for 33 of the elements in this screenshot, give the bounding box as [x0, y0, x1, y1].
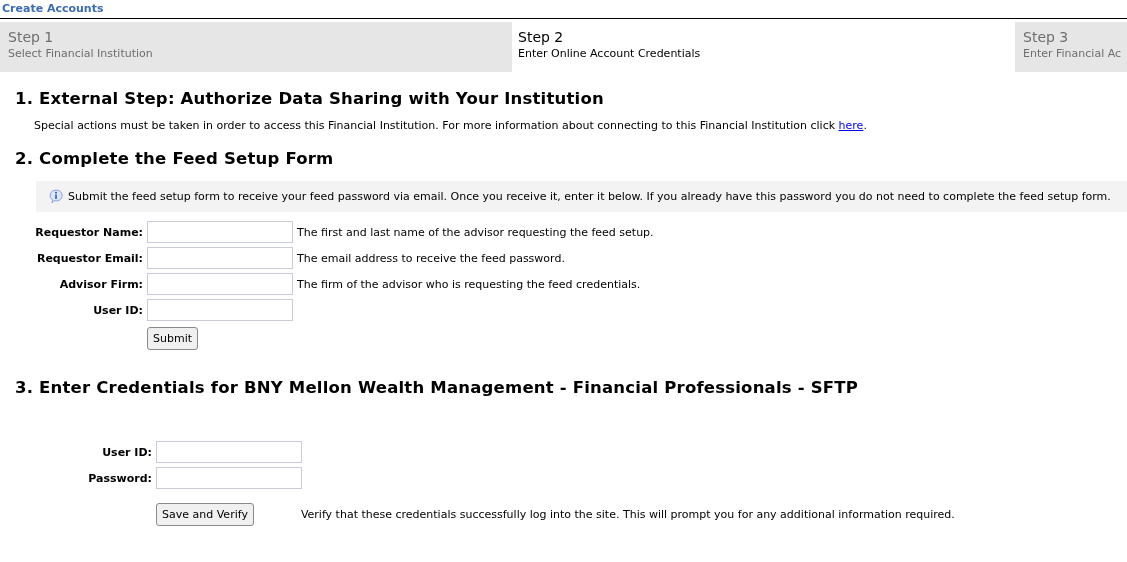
button-note: Verify that these credentials successfully log into the site. This will prompt you for any additional information required. — [300, 508, 955, 521]
field-label: Requestor Email: — [35, 251, 143, 265]
input-field[interactable] — [147, 299, 293, 321]
step-tab[interactable]: Step 3 Enter Financial Ac — [1015, 22, 1127, 72]
tab-label: Enter Online Account Credentials — [518, 47, 702, 60]
info-paragraph: Special actions must be taken in order to access this Financial Institution. For more information about connecting to this Financial Institution click here. — [34, 119, 868, 132]
submit-button[interactable]: Submit — [147, 327, 199, 350]
field-hint: The firm of the advisor who is requesting the feed credentials. — [297, 277, 642, 291]
tab-label: Enter Financial Ac — [1023, 47, 1119, 60]
section-heading: 1. External Step: Authorize Data Sharing with Your Institution — [15, 89, 605, 108]
field-label: User ID: — [101, 445, 152, 459]
field-label: Password: — [87, 471, 152, 485]
info-text: Submit the feed setup form to receive your feed password via email. Once you receive it, enter it below. If you already have this password you do not need to complete the feed setup form. — [68, 190, 1111, 203]
step-tab[interactable]: Step 1 Select Financial Institution — [0, 22, 512, 72]
tab-step-title: Step 2 — [518, 29, 565, 45]
tab-step-title: Step 3 — [1023, 29, 1070, 45]
info-icon — [49, 189, 63, 204]
section-heading: 3. Enter Credentials for BNY Mellon Wealth Management - Financial Professionals - SFTP — [15, 378, 860, 397]
tab-label: Select Financial Institution — [8, 47, 154, 60]
input-field[interactable] — [156, 441, 302, 463]
field-label: User ID: — [92, 303, 143, 317]
field-label: Requestor Name: — [34, 225, 143, 239]
input-field[interactable] — [156, 467, 302, 489]
field-label: Advisor Firm: — [58, 277, 143, 291]
page-title: Create Accounts — [0, 0, 1127, 19]
input-field[interactable] — [147, 221, 293, 243]
input-field[interactable] — [147, 247, 293, 269]
section-heading: 2. Complete the Feed Setup Form — [15, 149, 335, 168]
tab-step-title: Step 1 — [8, 29, 55, 45]
save-and-verify-button[interactable]: Save and Verify — [156, 503, 254, 526]
field-hint: The email address to receive the feed password. — [297, 251, 566, 265]
field-hint: The first and last name of the advisor requesting the feed setup. — [297, 225, 655, 239]
input-field[interactable] — [147, 273, 293, 295]
